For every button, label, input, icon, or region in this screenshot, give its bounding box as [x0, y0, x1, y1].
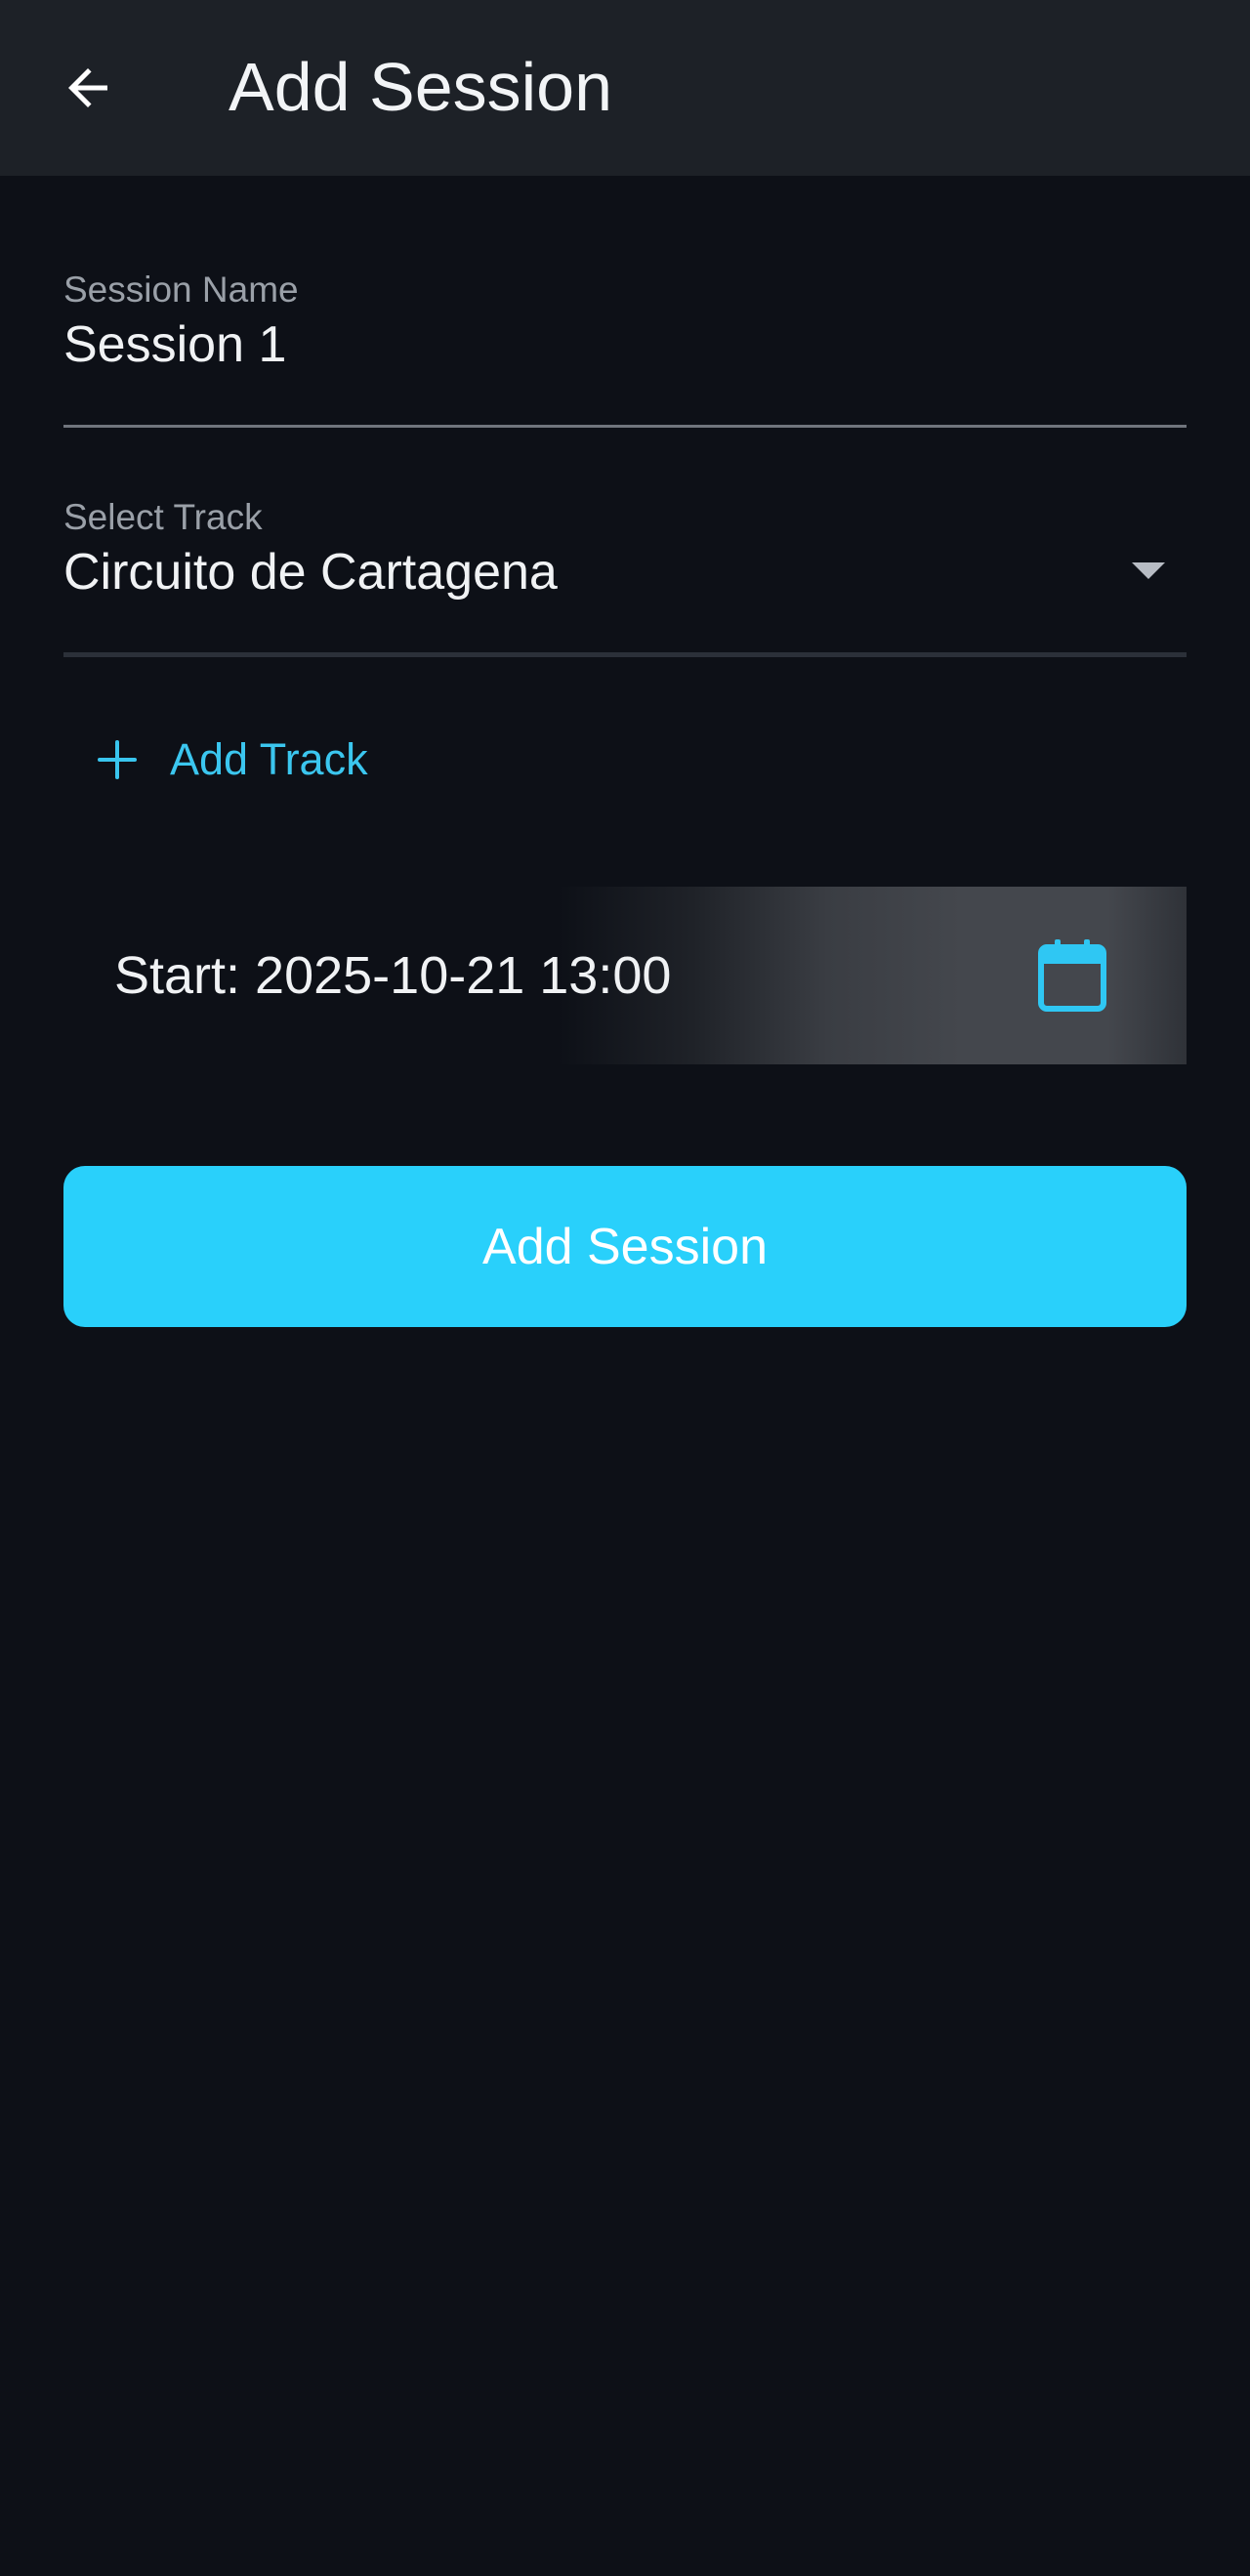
start-datetime-text: Start: 2025-10-21 13:00	[114, 946, 672, 1005]
track-select[interactable]: Select Track Circuito de Cartagena	[63, 496, 1187, 657]
session-name-underline	[63, 425, 1187, 428]
app-bar: Add Session	[0, 0, 1250, 176]
page-title: Add Session	[229, 49, 613, 125]
track-select-label: Select Track	[63, 497, 263, 537]
session-name-field[interactable]: Session Name Session 1	[63, 269, 1187, 430]
track-select-underline	[63, 652, 1187, 657]
arrow-left-icon	[68, 68, 107, 107]
start-datetime-picker[interactable]: Start: 2025-10-21 13:00	[63, 887, 1187, 1064]
add-track-button[interactable]: Add Track	[98, 723, 368, 797]
back-button[interactable]	[39, 39, 137, 137]
add-track-label: Add Track	[170, 734, 368, 784]
track-select-value[interactable]: Circuito de Cartagena	[63, 541, 558, 603]
session-name-input[interactable]: Session 1	[63, 313, 286, 376]
add-session-button[interactable]: Add Session	[63, 1166, 1187, 1327]
dropdown-caret-icon[interactable]	[1132, 562, 1165, 579]
add-session-button-label: Add Session	[482, 1218, 768, 1275]
calendar-icon[interactable]	[1038, 939, 1106, 1012]
plus-icon	[98, 740, 137, 779]
session-name-label: Session Name	[63, 270, 299, 310]
add-session-screen: Add Session Session Name Session 1 Selec…	[0, 0, 1250, 2576]
